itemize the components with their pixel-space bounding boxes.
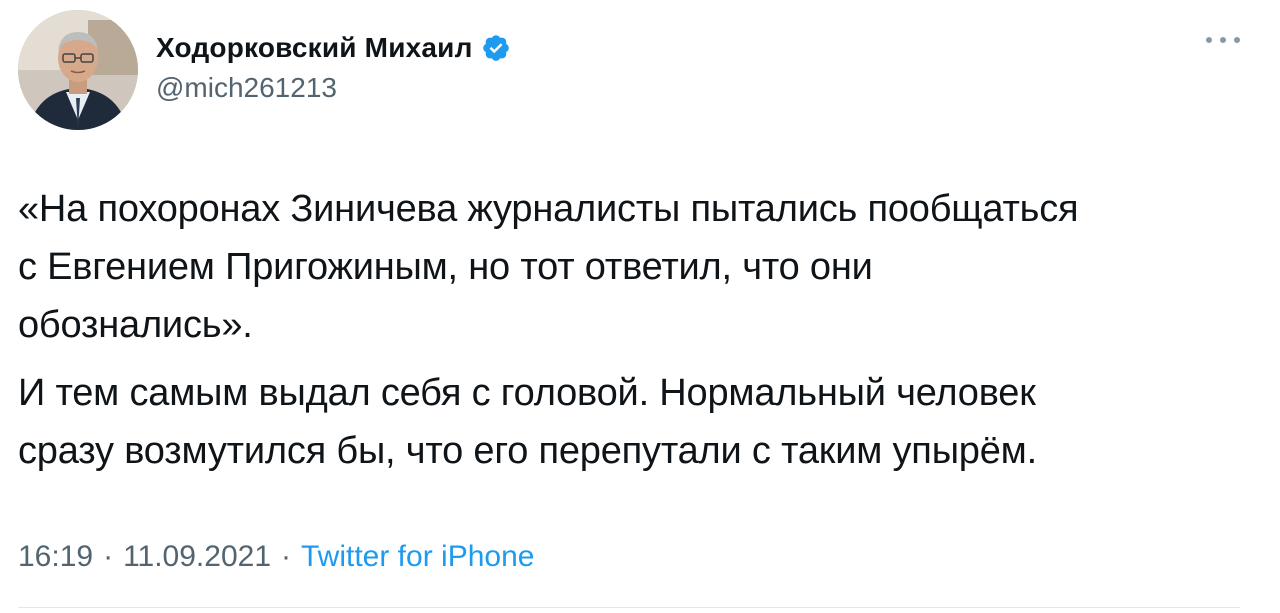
author-handle[interactable]: @mich261213 — [156, 72, 511, 104]
tweet-date[interactable]: 11.09.2021 — [123, 540, 271, 574]
tweet-meta: 16:19 · 11.09.2021 · Twitter for iPhone — [18, 540, 534, 574]
tweet-paragraph: И тем самым выдал себя с головой. Нормал… — [18, 372, 1037, 472]
divider — [18, 607, 1240, 608]
profile-avatar[interactable] — [18, 10, 138, 130]
tweet-source-link[interactable]: Twitter for iPhone — [301, 540, 534, 574]
meta-separator: · — [281, 540, 291, 573]
more-dots-icon[interactable] — [1206, 30, 1240, 50]
more-dot — [1220, 37, 1226, 43]
tweet-paragraph: «На похоронах Зиничева журналисты пытали… — [18, 188, 1079, 346]
avatar-image — [18, 10, 138, 130]
more-dot — [1206, 37, 1212, 43]
more-dot — [1234, 37, 1240, 43]
author-name-row: Ходорковский Михаил — [156, 28, 511, 68]
meta-separator: · — [103, 540, 114, 573]
tweet-text: «На похоронах Зиничева журналисты пытали… — [18, 180, 1258, 480]
tweet-author: Ходорковский Михаил @mich261213 — [156, 28, 511, 104]
tweet-card: Ходорковский Михаил @mich261213 «На похо… — [0, 0, 1280, 613]
verified-badge-icon — [481, 33, 511, 63]
tweet-time[interactable]: 16:19 — [18, 540, 93, 574]
author-display-name[interactable]: Ходорковский Михаил — [156, 32, 473, 64]
